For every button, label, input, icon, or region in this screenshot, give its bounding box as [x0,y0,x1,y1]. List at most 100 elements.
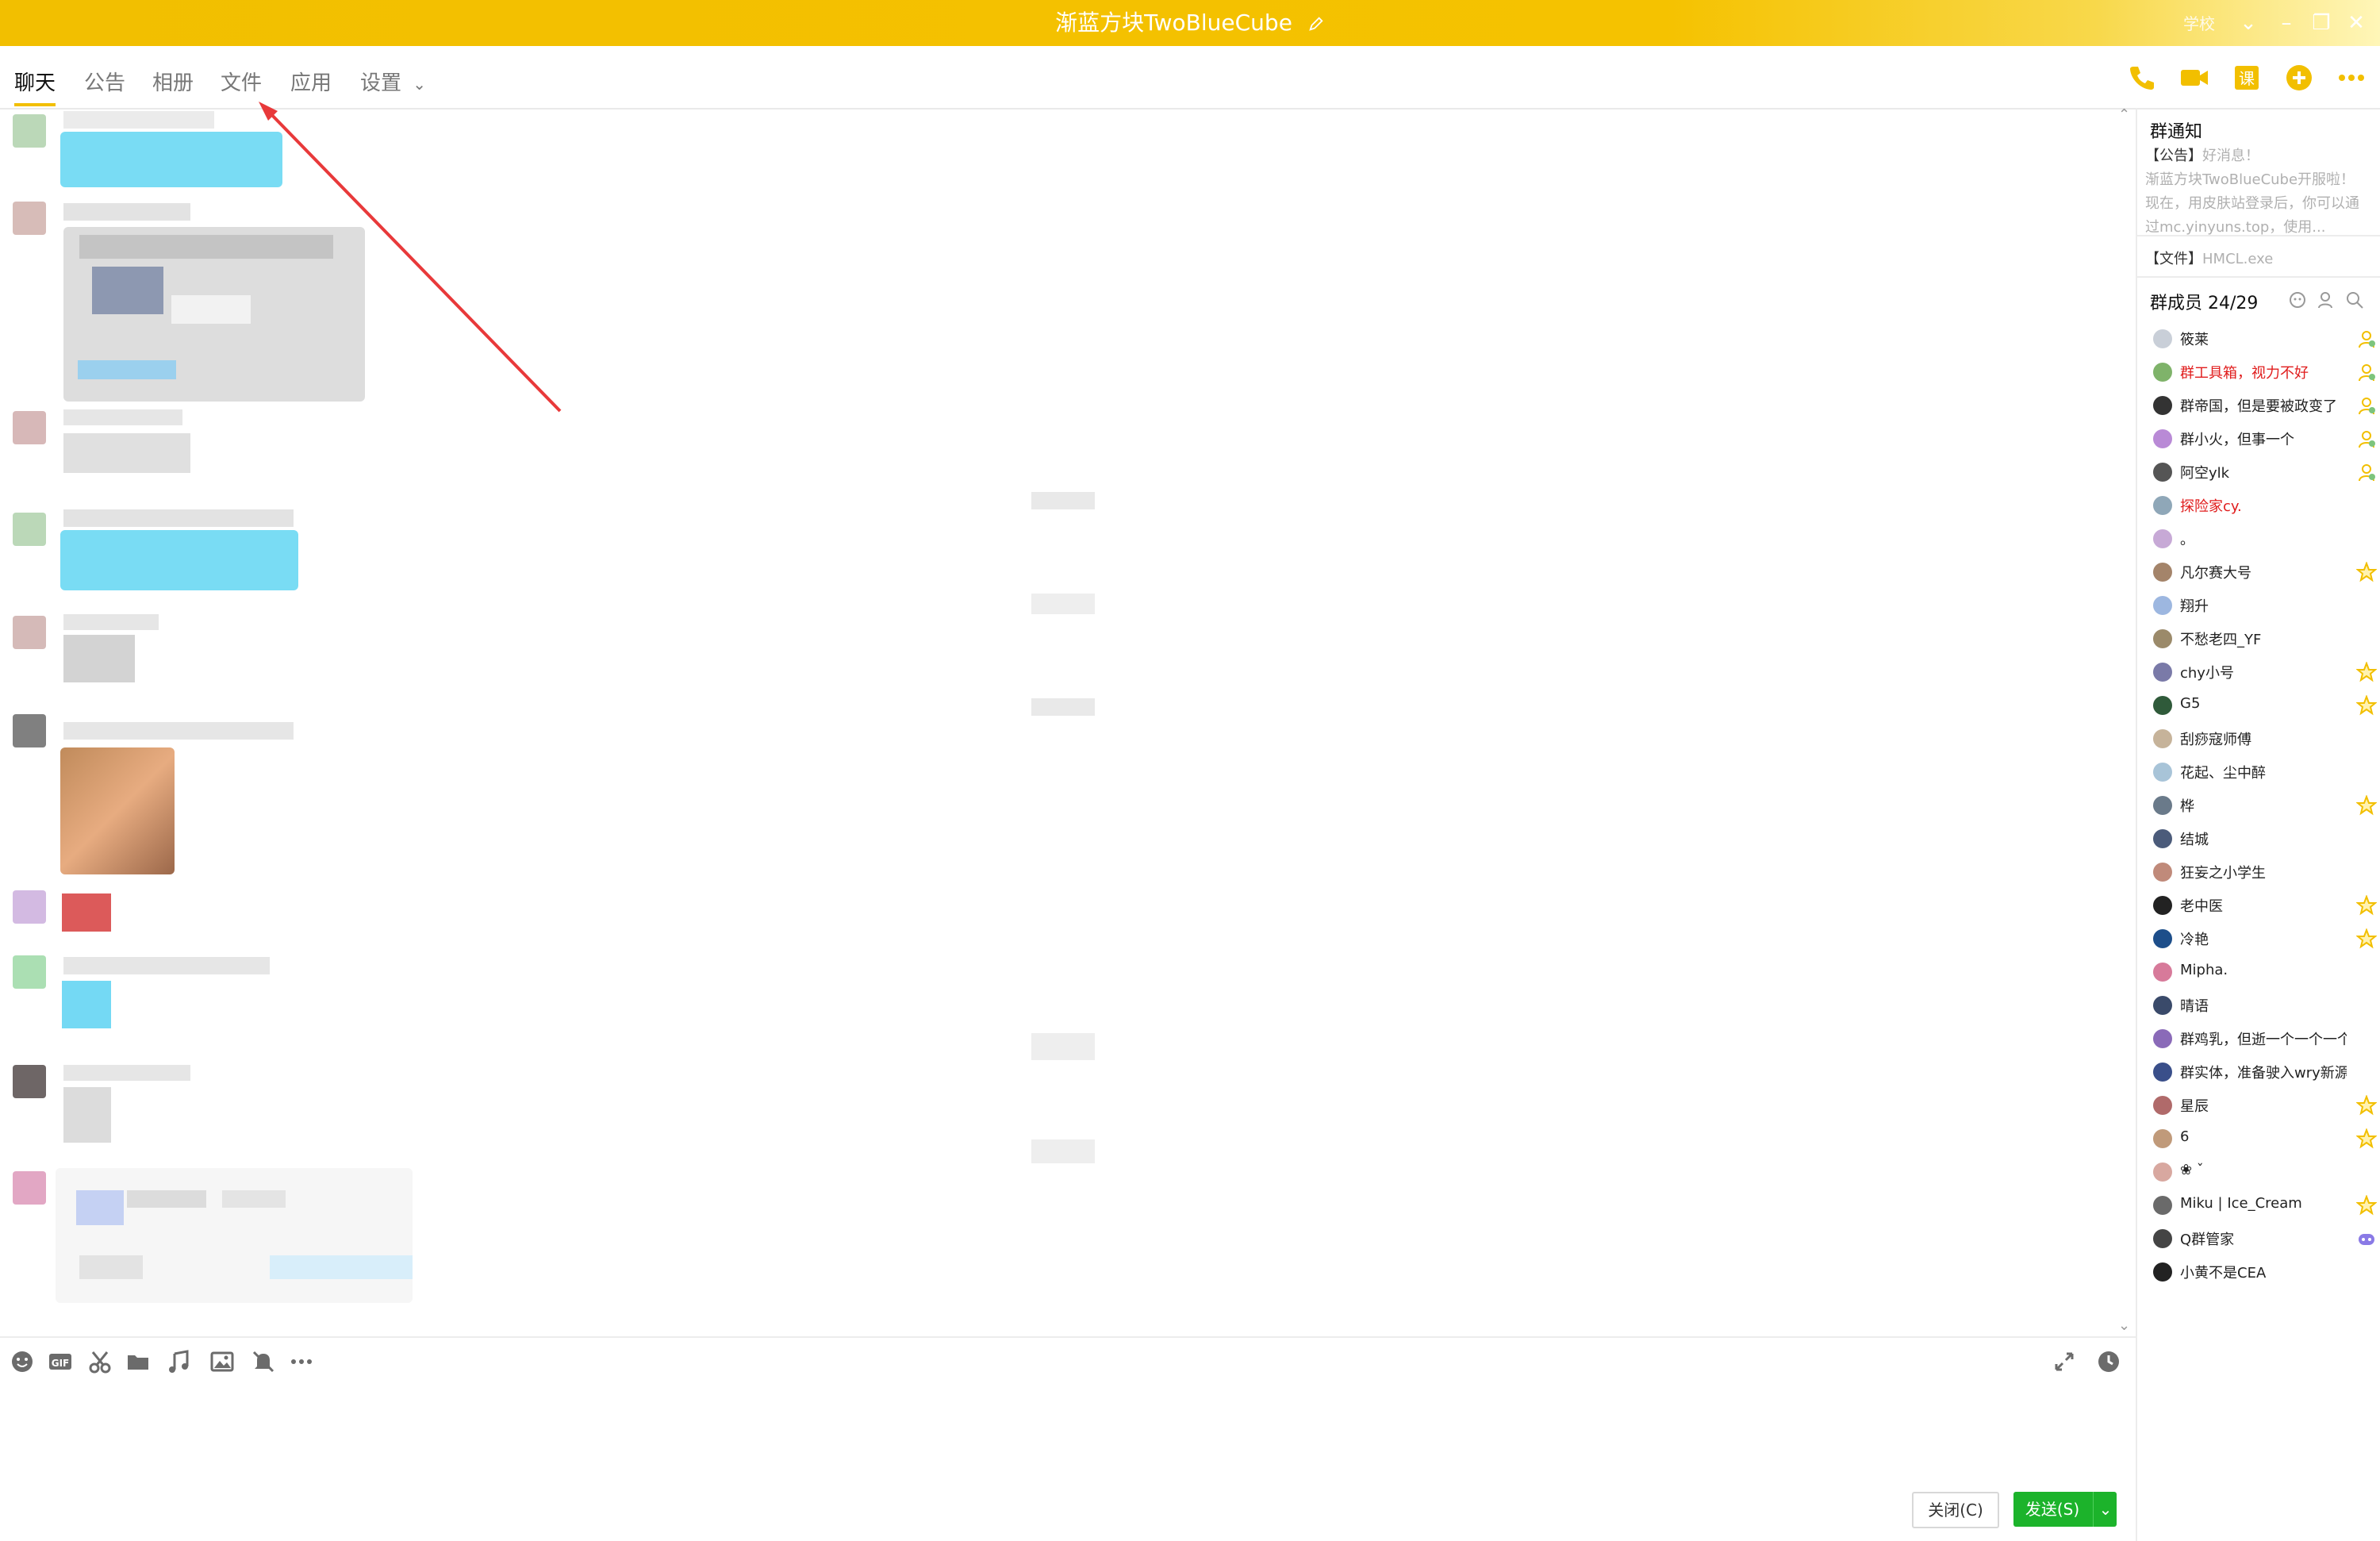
tab-apps[interactable]: 应用 [290,67,332,96]
member-status-icon[interactable] [2288,290,2307,309]
send-options-chevron-icon[interactable]: ⌄ [2093,1492,2117,1527]
member-item[interactable]: 。 [2153,522,2380,555]
member-item[interactable]: Q群管家 [2153,1222,2380,1255]
tab-settings[interactable]: 设置 ⌄ [360,67,426,96]
notice-line[interactable]: 【公告】好消息！ [2145,144,2259,165]
avatar[interactable] [2153,863,2172,882]
avatar[interactable] [2153,963,2172,982]
member-item[interactable]: Mipha. [2153,955,2380,989]
avatar[interactable] [2153,729,2172,748]
member-item[interactable]: Miku | Ice_Cream [2153,1189,2380,1222]
avatar[interactable] [2153,996,2172,1015]
member-item[interactable]: 花起、尘中醉 [2153,755,2380,789]
tab-announcement[interactable]: 公告 [84,67,125,96]
file-notice[interactable]: 【文件】HMCL.exe [2145,248,2273,268]
avatar[interactable] [2153,1262,2172,1282]
chevron-down-icon[interactable]: ⌄ [2232,8,2264,38]
gif-icon[interactable]: GIF [48,1349,73,1374]
avatar[interactable] [2153,363,2172,382]
avatar[interactable] [13,714,46,747]
member-item[interactable]: 筱莱 [2153,322,2380,355]
scissors-icon[interactable] [87,1349,113,1374]
avatar[interactable] [2153,1096,2172,1115]
member-item[interactable]: 翔升 [2153,589,2380,622]
image-icon[interactable] [209,1349,235,1374]
message-bubble-blurred[interactable] [60,132,282,187]
member-item[interactable]: 星辰 [2153,1089,2380,1122]
member-item[interactable]: 群帝国，但是要被政变了 [2153,389,2380,422]
avatar[interactable] [2153,1129,2172,1148]
classroom-icon[interactable]: 课 [2231,62,2263,94]
chat-messages[interactable] [0,108,2137,1336]
notice-line[interactable]: 现在，用皮肤站登录后，你可以通 [2145,192,2359,213]
member-item[interactable]: 阿空ylk [2153,455,2380,489]
tab-chat[interactable]: 聊天 [14,67,56,96]
scroll-up-arrow[interactable]: ⌃ [2118,106,2130,123]
tab-files[interactable]: 文件 [221,67,262,96]
avatar[interactable] [2153,1229,2172,1248]
tab-album[interactable]: 相册 [152,67,194,96]
avatar[interactable] [2153,829,2172,848]
close-window-button[interactable]: ✕ [2340,8,2372,38]
avatar[interactable] [2153,1162,2172,1182]
message-card-blurred[interactable] [56,1168,413,1303]
scroll-down-arrow[interactable]: ⌄ [2118,1317,2130,1334]
avatar[interactable] [2153,329,2172,348]
avatar[interactable] [13,616,46,649]
avatar[interactable] [13,114,46,148]
music-icon[interactable] [167,1349,192,1374]
video-call-icon[interactable] [2178,62,2210,94]
avatar[interactable] [2153,429,2172,448]
emoji-icon[interactable] [10,1349,35,1374]
notice-line[interactable]: 过mc.yinyuns.top，使用... [2145,216,2325,236]
avatar[interactable] [13,411,46,444]
phone-icon[interactable] [2126,62,2158,94]
avatar[interactable] [2153,529,2172,548]
member-item[interactable]: 凡尔赛大号 [2153,555,2380,589]
message-bubble-blurred[interactable] [63,1087,111,1143]
member-item[interactable]: 刮痧寇师傅 [2153,722,2380,755]
member-item[interactable]: 桦 [2153,789,2380,822]
member-item[interactable]: 不愁老四_YF [2153,622,2380,655]
avatar[interactable] [13,1065,46,1098]
member-item[interactable]: 老中医 [2153,889,2380,922]
member-item[interactable]: 小黄不是CEA [2153,1255,2380,1289]
avatar[interactable] [2153,463,2172,482]
member-item[interactable]: G5 [2153,689,2380,722]
member-item[interactable]: 群小火，但事一个 [2153,422,2380,455]
avatar[interactable] [2153,1063,2172,1082]
send-button[interactable]: 发送(S) ⌄ [2013,1492,2117,1527]
search-icon[interactable] [2345,290,2364,309]
member-item[interactable]: ❀ ˇ [2153,1155,2380,1189]
message-input[interactable] [0,1384,2136,1479]
avatar[interactable] [13,202,46,235]
member-item[interactable]: 群实体，准备驶入wry新源 [2153,1055,2380,1089]
avatar[interactable] [13,890,46,924]
message-image-blurred[interactable] [60,747,175,874]
avatar[interactable] [2153,696,2172,715]
restore-button[interactable]: ❐ [2305,8,2337,38]
add-icon[interactable] [2283,62,2315,94]
message-bubble-blurred[interactable] [63,433,190,473]
member-item[interactable]: chy小号 [2153,655,2380,689]
avatar[interactable] [2153,1029,2172,1048]
member-item[interactable]: 群鸡乳，但逝一个一个一个小 [2153,1022,2380,1055]
member-item[interactable]: 冷艳 [2153,922,2380,955]
avatar[interactable] [2153,496,2172,515]
avatar[interactable] [2153,629,2172,648]
avatar[interactable] [13,1171,46,1205]
member-item[interactable]: 结城 [2153,822,2380,855]
avatar[interactable] [2153,396,2172,415]
member-item[interactable]: 晴语 [2153,989,2380,1022]
avatar[interactable] [2153,1196,2172,1215]
message-bubble-blurred[interactable] [62,981,111,1028]
message-bubble-blurred[interactable] [63,635,135,682]
invite-member-icon[interactable] [2317,290,2336,309]
member-item[interactable]: 群工具箱，视力不好 [2153,355,2380,389]
avatar[interactable] [2153,763,2172,782]
minimize-button[interactable]: – [2271,8,2302,38]
avatar[interactable] [2153,663,2172,682]
edit-icon[interactable] [1307,15,1325,33]
avatar[interactable] [2153,563,2172,582]
member-item[interactable]: 狂妄之小学生 [2153,855,2380,889]
